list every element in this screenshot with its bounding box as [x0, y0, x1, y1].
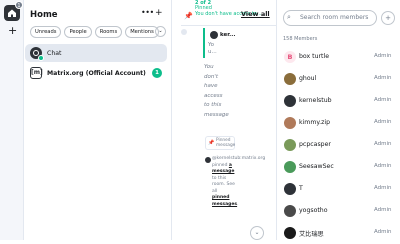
member-role: Admin [374, 229, 392, 235]
member-avatar [284, 205, 296, 217]
sender-name[interactable]: ker... [220, 32, 235, 38]
member-name: pcpcasper [299, 141, 331, 148]
member-role: Admin [374, 119, 392, 125]
jump-to-bottom-button[interactable]: ⌄ [250, 226, 264, 240]
member-avatar [284, 139, 296, 151]
pin-event-middle: to this room. See all [212, 175, 235, 194]
member-role: Admin [374, 141, 392, 147]
member-avatar: B [284, 51, 296, 63]
home-icon [8, 9, 16, 17]
room-filters: Unreads People Rooms Mentions [30, 26, 159, 38]
member-name: SeesawSec [299, 163, 334, 170]
filter-rooms[interactable]: Rooms [94, 26, 123, 38]
member-avatar [284, 95, 296, 107]
room-list-panel: Home ••• + Unreads People Rooms Mentions… [24, 0, 172, 240]
member-row[interactable]: Bbox turtle Admin [277, 48, 400, 68]
pin-event-suffix: . [237, 201, 239, 207]
pin-icon: 📌 [208, 140, 215, 146]
timeline-panel: 📌 2 of 2 Pinned You don't have access to… [173, 0, 276, 240]
filter-mentions[interactable]: Mentions [125, 26, 159, 38]
room-avatar: [m] [30, 67, 43, 79]
invite-button[interactable]: + [381, 11, 395, 25]
presence-dot [38, 55, 44, 61]
member-name: kimmy.zip [299, 119, 330, 126]
unread-count-badge: 1 [152, 68, 162, 78]
member-row[interactable]: yogsotho Admin [277, 202, 400, 222]
sender-avatar[interactable] [210, 31, 218, 39]
member-name: box turtle [299, 53, 329, 60]
member-list-panel: ⌕ Search room members + 158 Members Bbox… [276, 0, 400, 240]
member-name: ghoul [299, 75, 317, 82]
pinned-messages-banner[interactable]: 📌 2 of 2 Pinned You don't have access to… [181, 0, 276, 26]
add-user-icon: + [385, 14, 391, 22]
room-item-chat[interactable]: Chat [25, 44, 167, 62]
pinned-messages-link[interactable]: pinned messages [212, 195, 237, 207]
pinned-message-tag: 📌 Pinned message [205, 136, 235, 150]
member-row[interactable]: pcpcasper Admin [277, 136, 400, 156]
room-avatar [30, 47, 44, 61]
member-name: yogsotho [299, 207, 328, 214]
view-all-pinned-button[interactable]: View all [241, 10, 270, 18]
room-name: Matrix.org (Official Account) [47, 69, 146, 77]
member-name: kernelstub [299, 97, 332, 104]
member-row[interactable]: kimmy.zip Admin [277, 114, 400, 134]
room-list-title: Home [30, 10, 58, 20]
hidden-message-text: You don't have access to this message [204, 64, 229, 118]
read-marker [181, 29, 187, 35]
member-row[interactable]: T Admin [277, 180, 400, 200]
space-rail: 1 + [0, 0, 24, 240]
highlight-bar [203, 28, 205, 58]
room-list-options-button[interactable]: ••• [141, 8, 154, 17]
member-name: 艾比瑞思 [299, 231, 324, 238]
room-name: Chat [47, 49, 62, 57]
member-role: Admin [374, 97, 392, 103]
member-row[interactable]: SeesawSec Admin [277, 158, 400, 178]
member-row[interactable]: kernelstub Admin [277, 92, 400, 112]
create-space-button[interactable]: + [8, 25, 17, 36]
member-row[interactable]: 艾比瑞思 Admin [277, 224, 400, 244]
member-avatar [284, 183, 296, 195]
member-avatar [284, 161, 296, 173]
member-role: Admin [374, 75, 392, 81]
filter-expand-button[interactable]: ⌄ [155, 26, 166, 37]
pinned-tag-label: Pinned message [216, 138, 236, 148]
member-search-input[interactable]: Search room members [283, 10, 377, 26]
member-avatar [284, 117, 296, 129]
filter-unreads[interactable]: Unreads [30, 26, 62, 38]
member-role: Admin [374, 185, 392, 191]
compose-button[interactable]: + [155, 8, 163, 18]
member-row[interactable]: ghoul Admin [277, 70, 400, 90]
filter-people[interactable]: People [64, 26, 92, 38]
room-item-matrix-org[interactable]: [m] Matrix.org (Official Account) 1 [25, 64, 167, 82]
system-event-avatar [205, 157, 211, 163]
pin-icon: 📌 [184, 12, 193, 20]
member-role: Admin [374, 163, 392, 169]
home-notification-badge: 1 [15, 1, 23, 9]
member-avatar [284, 73, 296, 85]
member-name: T [299, 185, 303, 192]
member-role: Admin [374, 53, 392, 59]
member-avatar [284, 227, 296, 239]
pin-event-text: @kernelstub:matrix.org pinned a message … [212, 156, 265, 208]
member-count: 158 Members [283, 36, 318, 42]
member-role: Admin [374, 207, 392, 213]
reply-preview: Yo u... [208, 42, 217, 55]
pin-event-prefix: @kernelstub:matrix.org pinned [212, 156, 266, 168]
